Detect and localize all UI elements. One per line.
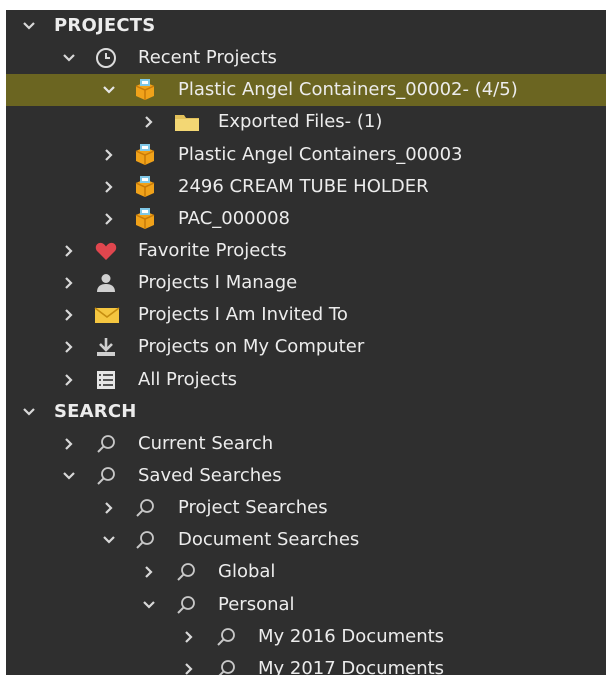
chevron-right-icon[interactable] — [60, 299, 78, 331]
chevron-right-icon[interactable] — [140, 106, 158, 138]
search-icon — [94, 464, 118, 488]
tree-row-projects-i-manage[interactable]: Projects I Manage — [6, 267, 606, 299]
favorite-projects-label: Favorite Projects — [138, 240, 287, 261]
project-label: Plastic Angel Containers_00003 — [178, 144, 463, 165]
tree-row-document-searches[interactable]: Document Searches — [6, 524, 606, 556]
search-icon — [133, 496, 157, 520]
my-2016-documents-label: My 2016 Documents — [258, 626, 445, 647]
project-box-icon — [133, 175, 157, 199]
project-box-icon — [133, 143, 157, 167]
search-icon — [174, 560, 198, 584]
chevron-right-icon[interactable] — [180, 621, 198, 653]
search-icon — [133, 528, 157, 552]
tree-row-project-00002[interactable]: Plastic Angel Containers_00002- (4/5) — [6, 74, 606, 106]
tree-row-current-search[interactable]: Current Search — [6, 428, 606, 460]
chevron-right-icon[interactable] — [180, 653, 198, 675]
chevron-right-icon[interactable] — [100, 139, 118, 171]
projects-section-header: PROJECTS — [54, 15, 156, 36]
tree-row-exported-files[interactable]: Exported Files- (1) — [6, 106, 606, 138]
envelope-icon — [94, 303, 120, 327]
tree-row-project-00003[interactable]: Plastic Angel Containers_00003 — [6, 139, 606, 171]
tree-row-saved-searches[interactable]: Saved Searches — [6, 460, 606, 492]
project-box-icon — [133, 78, 157, 102]
chevron-down-icon[interactable] — [100, 524, 118, 556]
current-search-label: Current Search — [138, 433, 274, 454]
search-icon — [94, 432, 118, 456]
tree-row-global[interactable]: Global — [6, 556, 606, 588]
chevron-right-icon[interactable] — [100, 492, 118, 524]
tree-row-project-2496[interactable]: 2496 CREAM TUBE HOLDER — [6, 171, 606, 203]
person-icon — [94, 271, 118, 295]
search-icon — [214, 625, 238, 649]
tree-row-personal[interactable]: Personal — [6, 589, 606, 621]
clock-icon — [94, 46, 118, 70]
chevron-down-icon[interactable] — [140, 589, 158, 621]
global-label: Global — [218, 561, 276, 582]
projects-i-manage-label: Projects I Manage — [138, 272, 298, 293]
chevron-right-icon[interactable] — [60, 331, 78, 363]
tree-row-recent-projects[interactable]: Recent Projects — [6, 42, 606, 74]
chevron-right-icon[interactable] — [60, 428, 78, 460]
chevron-down-icon[interactable] — [20, 396, 38, 428]
chevron-down-icon[interactable] — [100, 74, 118, 106]
tree-row-my-2016-documents[interactable]: My 2016 Documents — [6, 621, 606, 653]
tree-row-all-projects[interactable]: All Projects — [6, 364, 606, 396]
document-searches-label: Document Searches — [178, 529, 360, 550]
recent-projects-label: Recent Projects — [138, 47, 277, 68]
tree-row-projects-invited[interactable]: Projects I Am Invited To — [6, 299, 606, 331]
chevron-right-icon[interactable] — [100, 171, 118, 203]
download-icon — [94, 335, 118, 359]
tree-row-favorite-projects[interactable]: Favorite Projects — [6, 235, 606, 267]
project-box-icon — [133, 207, 157, 231]
tree-row-my-2017-documents[interactable]: My 2017 Documents — [6, 653, 606, 675]
tree-row-search[interactable]: SEARCH — [6, 396, 606, 428]
my-2017-documents-label: My 2017 Documents — [258, 658, 445, 675]
chevron-right-icon[interactable] — [140, 556, 158, 588]
projects-invited-label: Projects I Am Invited To — [138, 304, 348, 325]
search-icon — [214, 657, 238, 675]
projects-computer-label: Projects on My Computer — [138, 336, 365, 357]
chevron-down-icon[interactable] — [60, 42, 78, 74]
folder-icon — [174, 110, 199, 134]
project-tree-panel: PROJECTS Recent Projects Plastic Angel C… — [6, 10, 606, 675]
heart-icon — [94, 239, 118, 263]
chevron-right-icon[interactable] — [100, 203, 118, 235]
tree-row-projects-computer[interactable]: Projects on My Computer — [6, 331, 606, 363]
all-projects-label: All Projects — [138, 369, 237, 390]
personal-label: Personal — [218, 594, 295, 615]
saved-searches-label: Saved Searches — [138, 465, 282, 486]
chevron-right-icon[interactable] — [60, 364, 78, 396]
tree-row-project-pac-000008[interactable]: PAC_000008 — [6, 203, 606, 235]
chevron-down-icon[interactable] — [20, 10, 38, 42]
chevron-right-icon[interactable] — [60, 267, 78, 299]
tree-row-project-searches[interactable]: Project Searches — [6, 492, 606, 524]
project-searches-label: Project Searches — [178, 497, 328, 518]
search-icon — [174, 593, 198, 617]
project-label: PAC_000008 — [178, 208, 290, 229]
chevron-right-icon[interactable] — [60, 235, 78, 267]
search-section-header: SEARCH — [54, 401, 137, 422]
chevron-down-icon[interactable] — [60, 460, 78, 492]
folder-label: Exported Files- (1) — [218, 111, 383, 132]
tree-row-projects[interactable]: PROJECTS — [6, 10, 606, 42]
project-label: 2496 CREAM TUBE HOLDER — [178, 176, 429, 197]
project-label: Plastic Angel Containers_00002- (4/5) — [178, 79, 518, 100]
list-icon — [94, 368, 118, 392]
